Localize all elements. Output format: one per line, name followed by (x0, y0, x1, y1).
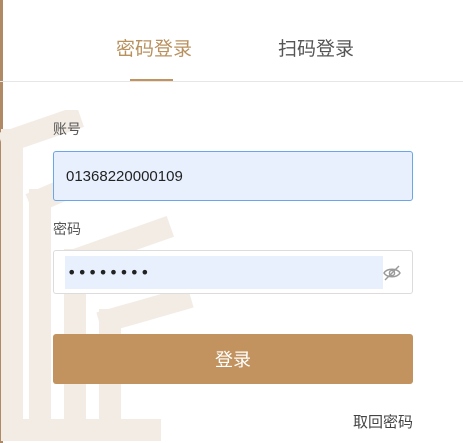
login-button[interactable]: 登录 (53, 334, 413, 384)
forgot-password-link[interactable]: 取回密码 (353, 411, 413, 432)
password-label: 密码 (53, 221, 81, 237)
login-tabs: 密码登录 扫码登录 (0, 0, 463, 82)
account-input[interactable] (54, 152, 412, 200)
tab-qr-login[interactable]: 扫码登录 (278, 34, 354, 61)
account-label: 账号 (53, 121, 81, 137)
account-field (53, 151, 413, 201)
active-tab-indicator (130, 79, 173, 81)
tab-password-login[interactable]: 密码登录 (116, 34, 192, 61)
password-input[interactable] (65, 256, 383, 289)
password-autofill-box (65, 256, 383, 289)
password-field (53, 250, 413, 294)
eye-off-icon[interactable] (382, 263, 402, 283)
